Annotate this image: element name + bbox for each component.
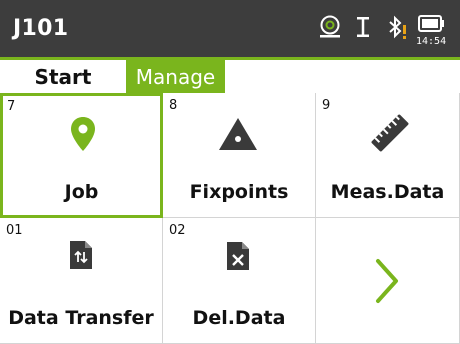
tab-start-label: Start — [34, 64, 92, 89]
job-title: J101 — [13, 16, 69, 41]
tile-number: 02 — [169, 223, 186, 238]
job-tile[interactable]: 7 Job — [0, 93, 163, 218]
tile-number: 7 — [7, 99, 16, 114]
tile-number: 9 — [322, 98, 331, 113]
ruler-icon — [368, 111, 412, 160]
chevron-right-icon — [374, 258, 400, 309]
location-pin-icon — [70, 116, 96, 157]
tile-label: Meas.Data — [330, 181, 445, 203]
cursor-i-icon — [356, 16, 370, 43]
del-data-tile[interactable]: 02 Del.Data — [163, 218, 316, 344]
tile-label: Del.Data — [192, 307, 286, 329]
tab-manage-label: Manage — [135, 64, 216, 89]
next-page-tile[interactable] — [316, 218, 460, 344]
menu-grid: 7 Job 8 Fixpoints 9 Meas.Data 01 Data Tr… — [0, 93, 460, 344]
tile-label: Data Transfer — [8, 307, 154, 329]
triangle-fixpoint-icon — [218, 117, 258, 156]
status-bar: J101 14:54 — [0, 0, 460, 57]
tile-label: Fixpoints — [189, 181, 289, 203]
prism-target-icon — [318, 14, 342, 45]
clock: 14:54 — [416, 36, 447, 47]
tab-start[interactable]: Start — [0, 60, 126, 93]
bluetooth-warning-icon — [387, 15, 409, 46]
file-transfer-icon — [69, 240, 93, 275]
data-transfer-tile[interactable]: 01 Data Transfer — [0, 218, 163, 344]
tile-number: 8 — [169, 98, 178, 113]
tile-label: Job — [64, 181, 99, 203]
file-delete-icon — [226, 241, 250, 276]
fixpoints-tile[interactable]: 8 Fixpoints — [163, 93, 316, 218]
tab-bar: Start Manage — [0, 57, 460, 93]
meas-data-tile[interactable]: 9 Meas.Data — [316, 93, 460, 218]
tile-number: 01 — [6, 223, 23, 238]
tab-manage[interactable]: Manage — [126, 60, 225, 93]
